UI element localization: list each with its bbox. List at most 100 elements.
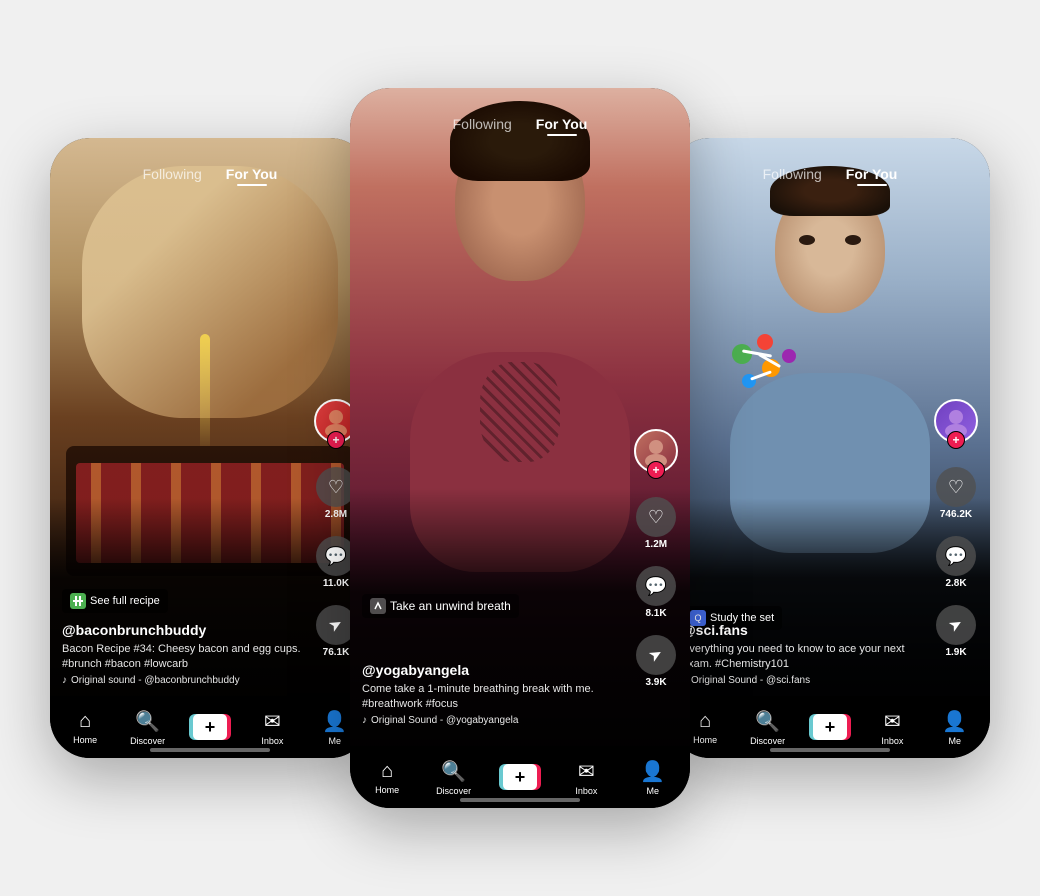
top-navigation-center: Following For You [350, 116, 690, 132]
share-action-center[interactable]: ➤ 3.9K [636, 635, 676, 688]
home-indicator-right [770, 748, 890, 752]
follow-button-right[interactable]: + [947, 431, 965, 449]
active-underline [237, 184, 267, 186]
home-icon-center: ⌂ [381, 760, 393, 783]
share-count-right: 1.9K [945, 647, 966, 658]
plus-icon-center: + [515, 768, 526, 786]
share-count-left: 76.1K [323, 647, 350, 658]
like-count-right: 746.2K [940, 509, 972, 520]
breath-badge-icon [370, 598, 386, 614]
me-label-left: Me [328, 736, 341, 746]
following-tab-right[interactable]: Following [763, 166, 822, 182]
mesh-pattern [480, 362, 560, 462]
add-nav-left[interactable]: + [188, 714, 232, 740]
discover-label-right: Discover [750, 736, 785, 746]
home-nav-left[interactable]: ⌂ Home [63, 710, 107, 745]
eye-left [799, 235, 815, 245]
foryou-tab-left[interactable]: For You [226, 166, 278, 182]
follow-button-center[interactable]: + [647, 461, 665, 479]
atom-green [732, 344, 752, 364]
inbox-nav-left[interactable]: ✉ Inbox [250, 709, 294, 746]
description-center: Come take a 1-minute breathing break wit… [362, 682, 630, 711]
following-tab-center[interactable]: Following [453, 116, 512, 132]
active-underline-center [547, 134, 577, 136]
molecule-area [702, 334, 822, 434]
top-navigation-right: Following For You [670, 166, 990, 182]
me-nav-right[interactable]: 👤 Me [933, 709, 977, 746]
heart-icon-right: ♡ [936, 467, 976, 507]
inbox-icon-left: ✉ [264, 709, 281, 734]
inbox-label-center: Inbox [575, 786, 597, 796]
add-button-center[interactable]: + [499, 764, 541, 790]
username-right[interactable]: @sci.fans [682, 622, 930, 638]
phone-left: Following For You See full recipe + [50, 138, 370, 758]
add-nav-right[interactable]: + [808, 714, 852, 740]
discover-nav-left[interactable]: 🔍 Discover [126, 709, 170, 746]
active-underline-right [857, 184, 887, 186]
me-icon-right: 👤 [942, 709, 967, 734]
phone-left-screen: Following For You See full recipe + [50, 138, 370, 758]
discover-label-center: Discover [436, 786, 471, 796]
discover-nav-center[interactable]: 🔍 Discover [432, 759, 476, 796]
add-button-right[interactable]: + [809, 714, 851, 740]
comment-icon-center: 💬 [636, 566, 676, 606]
me-label-center: Me [646, 786, 659, 796]
username-left[interactable]: @baconbrunchbuddy [62, 622, 310, 638]
username-center[interactable]: @yogabyangela [362, 662, 630, 678]
discover-nav-right[interactable]: 🔍 Discover [746, 709, 790, 746]
video-info-center: @yogabyangela Come take a 1-minute breat… [362, 662, 630, 726]
following-tab-left[interactable]: Following [143, 166, 202, 182]
add-button-left[interactable]: + [189, 714, 231, 740]
like-action-right[interactable]: ♡ 746.2K [936, 467, 976, 520]
avatar-item-center[interactable]: + [634, 429, 678, 481]
share-count-center: 3.9K [645, 677, 666, 688]
video-info-left: @baconbrunchbuddy Bacon Recipe #34: Chee… [62, 622, 310, 686]
discover-icon-left: 🔍 [135, 709, 160, 734]
discover-icon-right: 🔍 [755, 709, 780, 734]
share-action-right[interactable]: ➤ 1.9K [936, 605, 976, 658]
inbox-nav-right[interactable]: ✉ Inbox [870, 709, 914, 746]
foryou-tab-right[interactable]: For You [846, 166, 898, 182]
comment-count-left: 11.0K [323, 578, 349, 589]
follow-button-left[interactable]: + [327, 431, 345, 449]
inbox-icon-right: ✉ [884, 709, 901, 734]
home-icon-right: ⌂ [699, 710, 711, 733]
sound-row-right: ♪ Original Sound - @sci.fans [682, 675, 930, 686]
me-icon-center: 👤 [640, 759, 665, 784]
description-left: Bacon Recipe #34: Cheesy bacon and egg c… [62, 642, 310, 671]
atom-purple [782, 349, 796, 363]
sound-text-left: Original sound - @baconbrunchbuddy [71, 675, 240, 686]
sound-row-left: ♪ Original sound - @baconbrunchbuddy [62, 675, 310, 686]
avatar-right: + [934, 399, 978, 443]
yoga-hair [450, 101, 590, 181]
comment-count-center: 8.1K [645, 608, 666, 619]
heart-icon-center: ♡ [636, 497, 676, 537]
inbox-nav-center[interactable]: ✉ Inbox [564, 759, 608, 796]
plus-icon-right: + [825, 718, 836, 736]
sound-row-center: ♪ Original Sound - @yogabyangela [362, 715, 630, 726]
comment-action-right[interactable]: 💬 2.8K [936, 536, 976, 589]
like-count-left: 2.8M [325, 509, 347, 520]
share-icon-right: ➤ [936, 605, 976, 645]
me-label-right: Me [948, 736, 961, 746]
phone-center-screen: Following For You Take an unwind breath [350, 88, 690, 808]
plus-icon-left: + [205, 718, 216, 736]
share-icon-center: ➤ [636, 635, 676, 675]
me-nav-center[interactable]: 👤 Me [631, 759, 675, 796]
breath-badge[interactable]: Take an unwind breath [362, 594, 519, 618]
recipe-badge-icon [70, 593, 86, 609]
egg-drip [200, 334, 210, 454]
home-indicator-center [460, 798, 580, 802]
foryou-tab-center[interactable]: For You [536, 116, 588, 132]
avatar-item-right[interactable]: + [934, 399, 978, 451]
recipe-badge-text: See full recipe [90, 595, 160, 607]
comment-count-right: 2.8K [945, 578, 966, 589]
like-action-center[interactable]: ♡ 1.2M [636, 497, 676, 550]
add-nav-center[interactable]: + [498, 764, 542, 790]
comment-action-center[interactable]: 💬 8.1K [636, 566, 676, 619]
home-nav-center[interactable]: ⌂ Home [365, 760, 409, 795]
side-actions-center: + ♡ 1.2M 💬 8.1K ➤ 3.9K [634, 429, 678, 688]
phone-center: Following For You Take an unwind breath [350, 88, 690, 808]
recipe-badge[interactable]: See full recipe [62, 589, 168, 613]
home-indicator-left [150, 748, 270, 752]
